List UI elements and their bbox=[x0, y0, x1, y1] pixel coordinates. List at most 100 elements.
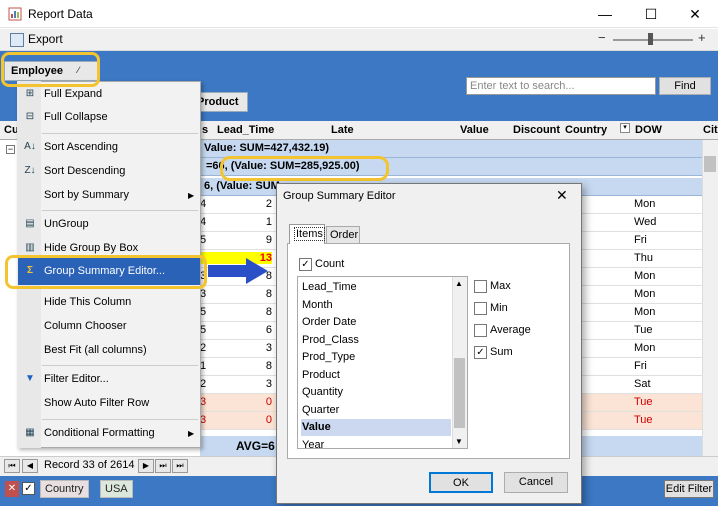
cell-lead-time: 3 bbox=[265, 378, 272, 390]
maximize-button[interactable]: ☐ bbox=[628, 0, 674, 28]
cell-lead-time: 2 bbox=[265, 198, 272, 210]
column-header-late[interactable]: Late bbox=[331, 121, 354, 140]
cell-lead-time: 8 bbox=[265, 360, 272, 372]
column-header-discount[interactable]: Discount bbox=[513, 121, 560, 140]
cell-lead-time: 6 bbox=[265, 324, 272, 336]
collapse-group-icon[interactable]: − bbox=[6, 145, 15, 154]
country-filter-icon[interactable]: ▾ bbox=[620, 123, 630, 133]
filter-tag-country[interactable]: Country bbox=[40, 480, 89, 498]
search-input[interactable]: Enter text to search... bbox=[466, 77, 656, 95]
menu-item-best-fit-all-columns[interactable]: Best Fit (all columns) bbox=[44, 344, 147, 356]
menu-item-ungroup[interactable]: UnGroup bbox=[44, 218, 89, 230]
arrow-icon bbox=[208, 258, 268, 284]
cell-lead-time: 0 bbox=[265, 396, 272, 408]
collapse-icon: ⊟ bbox=[25, 111, 35, 122]
minimize-button[interactable]: — bbox=[582, 0, 628, 28]
zoom-slider[interactable] bbox=[613, 39, 693, 41]
filter-enable-checkbox[interactable]: ✓ bbox=[22, 482, 35, 495]
menu-item-show-auto-filter-row[interactable]: Show Auto Filter Row bbox=[44, 397, 149, 409]
conditional-formatting-icon: ▦ bbox=[25, 427, 35, 438]
column-header-cit[interactable]: Cit bbox=[703, 121, 718, 140]
column-header-s[interactable]: s bbox=[202, 121, 208, 140]
cell-dow: Mon bbox=[634, 342, 656, 354]
scroll-down-icon[interactable]: ▼ bbox=[455, 437, 463, 446]
field-list-item[interactable]: Quantity bbox=[301, 384, 451, 401]
zoom-out-button[interactable]: − bbox=[598, 30, 606, 45]
column-header-country[interactable]: Country bbox=[565, 121, 607, 140]
menu-separator bbox=[42, 419, 198, 420]
field-list-item[interactable]: Product bbox=[301, 367, 451, 384]
cell-dow: Wed bbox=[634, 216, 657, 228]
field-list-item[interactable]: Prod_Class bbox=[301, 332, 451, 349]
tab-items[interactable]: Items bbox=[289, 224, 325, 244]
cell-lead-time: 8 bbox=[265, 306, 272, 318]
field-list-item[interactable]: Year bbox=[301, 437, 451, 449]
cell-dow: Tue bbox=[634, 414, 653, 426]
next-record-button[interactable]: ▶ bbox=[138, 459, 154, 473]
cell-dow: Thu bbox=[634, 252, 653, 264]
callout-summary bbox=[220, 156, 389, 181]
field-list-item[interactable]: Lead_Time bbox=[301, 279, 451, 296]
submenu-arrow-icon: ▶ bbox=[188, 191, 195, 200]
hide-groupbox-icon: ▥ bbox=[25, 242, 35, 253]
summary-checkbox[interactable]: ✓ bbox=[474, 346, 487, 359]
sort-descending-icon: Z↓ bbox=[24, 165, 36, 176]
menu-item-sort-by-summary[interactable]: Sort by Summary bbox=[44, 189, 129, 201]
field-listbox[interactable]: Lead_Time Month Order Date Prod_Class Prod_T… bbox=[297, 276, 468, 449]
zoom-slider-thumb[interactable] bbox=[648, 33, 653, 45]
menu-item-full-expand[interactable]: Full Expand bbox=[44, 88, 102, 100]
dialog-title: Group Summary Editor bbox=[283, 190, 396, 202]
column-header-lead-time[interactable]: Lead_Time bbox=[217, 121, 274, 140]
menu-separator bbox=[42, 210, 198, 211]
menu-item-column-chooser[interactable]: Column Chooser bbox=[44, 320, 127, 332]
listbox-scroll-thumb[interactable] bbox=[454, 358, 465, 428]
first-record-button[interactable]: ⏮ bbox=[4, 459, 20, 473]
field-list-item[interactable]: Prod_Type bbox=[301, 349, 451, 366]
clear-filter-icon[interactable]: ✕ bbox=[5, 481, 19, 497]
column-header-value[interactable]: Value bbox=[460, 121, 489, 140]
find-button[interactable]: Find bbox=[659, 77, 711, 95]
last-record-button[interactable]: ⏭ bbox=[172, 459, 188, 473]
app-icon bbox=[8, 7, 22, 21]
menu-item-hide-group-by-box[interactable]: Hide Group By Box bbox=[44, 242, 138, 254]
count-checkbox[interactable]: ✓ bbox=[299, 258, 312, 271]
field-list-item[interactable]: Month bbox=[301, 297, 451, 314]
expand-icon: ⊞ bbox=[25, 88, 35, 99]
edit-filter-button[interactable]: Edit Filter bbox=[664, 480, 714, 498]
dialog-close-button[interactable]: ✕ bbox=[556, 187, 568, 204]
cell-lead-time: 3 bbox=[265, 342, 272, 354]
menu-item-sort-descending[interactable]: Sort Descending bbox=[44, 165, 125, 177]
close-button[interactable]: ✕ bbox=[672, 0, 718, 28]
field-list-item[interactable]: Value bbox=[301, 419, 451, 436]
cell-lead-time: 1 bbox=[265, 216, 272, 228]
column-header-dow[interactable]: DOW bbox=[635, 121, 662, 140]
vertical-scrollbar[interactable] bbox=[702, 140, 718, 456]
summary-checkbox[interactable] bbox=[474, 302, 487, 315]
field-list-item[interactable]: Quarter bbox=[301, 402, 451, 419]
cancel-button[interactable]: Cancel bbox=[504, 472, 568, 493]
zoom-in-button[interactable]: + bbox=[698, 30, 706, 45]
menu-item-filter-editor[interactable]: Filter Editor... bbox=[44, 373, 109, 385]
vertical-scrollbar-thumb[interactable] bbox=[704, 156, 716, 172]
ok-button[interactable]: OK bbox=[429, 472, 493, 493]
cell-dow: Tue bbox=[634, 324, 653, 336]
cell-dow: Sat bbox=[634, 378, 651, 390]
cell-lead-time: 9 bbox=[265, 234, 272, 246]
next-page-button[interactable]: ⏭ bbox=[155, 459, 171, 473]
menu-item-sort-ascending[interactable]: Sort Ascending bbox=[44, 141, 118, 153]
toolbar bbox=[0, 29, 718, 51]
menu-item-full-collapse[interactable]: Full Collapse bbox=[44, 111, 108, 123]
summary-checkbox[interactable] bbox=[474, 324, 487, 337]
scroll-up-icon[interactable]: ▲ bbox=[455, 279, 463, 288]
summary-checkbox[interactable] bbox=[474, 280, 487, 293]
previous-record-button[interactable]: ◀ bbox=[22, 459, 38, 473]
ungroup-icon: ▤ bbox=[25, 218, 35, 229]
export-button[interactable]: Export bbox=[10, 32, 63, 47]
cell-dow: Mon bbox=[634, 198, 656, 210]
summary-option-label: Average bbox=[490, 324, 531, 336]
filter-tag-usa[interactable]: USA bbox=[100, 480, 133, 498]
field-list-item[interactable]: Order Date bbox=[301, 314, 451, 331]
menu-item-conditional-formatting[interactable]: Conditional Formatting bbox=[44, 427, 155, 439]
tab-order[interactable]: Order bbox=[326, 226, 360, 244]
menu-item-hide-this-column[interactable]: Hide This Column bbox=[44, 296, 131, 308]
